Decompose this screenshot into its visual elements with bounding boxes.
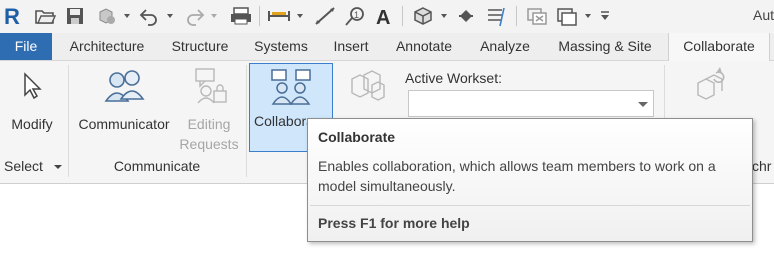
svg-text:R: R xyxy=(4,4,20,28)
switch-windows-icon[interactable] xyxy=(554,3,580,29)
collaborate-icon xyxy=(271,69,311,105)
tag-icon[interactable]: 1 xyxy=(342,3,368,29)
editing-requests-icon xyxy=(195,68,227,104)
ribbon-tabs: File Architecture Structure Systems Inse… xyxy=(0,33,774,61)
communicator-icon xyxy=(104,70,145,102)
app-title: Aut xyxy=(752,7,774,23)
chevron-down-icon[interactable] xyxy=(438,3,450,29)
section-icon[interactable] xyxy=(454,3,478,29)
tab-file[interactable]: File xyxy=(0,33,52,60)
svg-text:1: 1 xyxy=(354,10,359,20)
worksets-icon xyxy=(351,70,385,101)
text-icon[interactable]: A xyxy=(372,3,396,29)
tooltip-title: Collaborate xyxy=(318,129,396,145)
collaborate-tooltip: Collaborate Enables collaboration, which… xyxy=(307,118,753,242)
customize-toolbar-icon[interactable] xyxy=(598,3,612,29)
editing-requests-label-2: Requests xyxy=(179,136,239,152)
modify-button[interactable]: Modify xyxy=(2,65,62,145)
chevron-down-icon[interactable] xyxy=(164,3,176,29)
tooltip-description: Enables collaboration, which allows team… xyxy=(318,158,716,194)
chevron-down-icon[interactable] xyxy=(294,3,306,29)
tab-architecture[interactable]: Architecture xyxy=(59,33,155,60)
chevron-down-icon xyxy=(54,165,62,169)
thin-lines-icon[interactable] xyxy=(484,3,510,29)
aligned-dimension-icon[interactable] xyxy=(312,3,338,29)
tooltip-help: Press F1 for more help xyxy=(318,215,470,231)
quick-access-toolbar: R 1 A Aut xyxy=(0,0,774,33)
revit-logo-icon[interactable]: R xyxy=(2,3,24,29)
tab-massing-site[interactable]: Massing & Site xyxy=(547,33,663,60)
open-icon[interactable] xyxy=(33,3,57,29)
measure-icon[interactable] xyxy=(266,3,292,29)
select-panel-label: Select xyxy=(4,158,43,174)
print-icon[interactable] xyxy=(228,3,254,29)
tab-insert[interactable]: Insert xyxy=(325,33,377,60)
synchronize-button[interactable] xyxy=(680,63,740,123)
communicator-label: Communicator xyxy=(78,116,170,132)
tab-structure[interactable]: Structure xyxy=(163,33,237,60)
synchronize-icon xyxy=(697,67,725,100)
select-panel-dropdown[interactable]: Select xyxy=(4,154,66,178)
chevron-down-icon[interactable] xyxy=(121,3,133,29)
tab-collaborate[interactable]: Collaborate xyxy=(668,33,770,61)
tab-systems[interactable]: Systems xyxy=(248,33,314,60)
chevron-down-icon[interactable] xyxy=(208,3,220,29)
active-workset-label: Active Workset: xyxy=(405,70,502,86)
sync-icon[interactable] xyxy=(94,3,118,29)
close-hidden-windows-icon[interactable] xyxy=(524,3,550,29)
modify-label: Modify xyxy=(11,116,53,132)
save-icon[interactable] xyxy=(64,3,86,29)
chevron-down-icon[interactable] xyxy=(582,3,594,29)
chevron-down-icon xyxy=(638,102,648,107)
communicator-button[interactable]: Communicator xyxy=(72,65,176,145)
tab-annotate[interactable]: Annotate xyxy=(387,33,461,60)
editing-requests-label-1: Editing xyxy=(187,116,231,132)
redo-icon[interactable] xyxy=(182,3,206,29)
active-workset-dropdown[interactable] xyxy=(408,90,654,117)
communicate-panel-title: Communicate xyxy=(113,158,201,174)
3d-view-icon[interactable] xyxy=(410,3,436,29)
cursor-arrow-icon xyxy=(24,72,42,100)
tab-analyze[interactable]: Analyze xyxy=(471,33,539,60)
svg-text:A: A xyxy=(376,7,390,27)
tooltip-divider xyxy=(310,205,750,206)
editing-requests-button[interactable]: Editing Requests xyxy=(176,65,242,152)
synchronize-panel-title: chr xyxy=(752,158,772,174)
undo-icon[interactable] xyxy=(138,3,162,29)
